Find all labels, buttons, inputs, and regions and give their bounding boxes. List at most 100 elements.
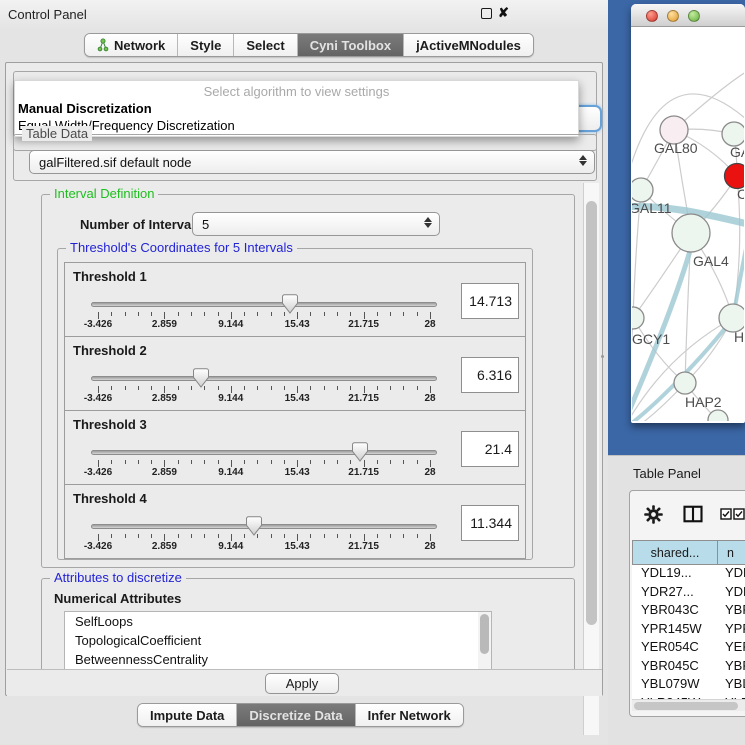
table-cell: YBR045C (632, 658, 718, 677)
threshold-slider[interactable]: -3.4262.8599.14415.4321.71528 (91, 445, 437, 479)
interval-definition-group: Interval Definition Number of Intervals … (41, 194, 575, 568)
node-label: H (734, 329, 744, 345)
slider-tick (218, 312, 219, 316)
cyni-toolbox-content: Discretization Algorithm Select algorith… (5, 62, 603, 696)
slider-tick (204, 534, 205, 538)
table-cell: YBR0 (718, 658, 745, 677)
GAL4-node[interactable] (672, 214, 710, 252)
table-row[interactable]: YBL079WYBL0 (632, 676, 745, 695)
slider-tick (125, 386, 126, 390)
float-window-icon[interactable] (481, 8, 492, 19)
slider-thumb[interactable] (192, 368, 209, 391)
table-horizontal-scrollbar[interactable] (632, 699, 745, 711)
network-edge[interactable] (633, 318, 685, 383)
settings-vertical-scrollbar[interactable] (583, 183, 599, 735)
tab-network[interactable]: Network (85, 34, 178, 56)
table-row[interactable]: YDL19...YDL1 (632, 565, 745, 584)
threshold-value-field[interactable]: 14.713 (461, 283, 519, 319)
tab-label: Discretize Data (249, 708, 342, 723)
threshold-value-field[interactable]: 21.4 (461, 431, 519, 467)
red-node[interactable] (725, 164, 745, 189)
table-body: YDL19...YDL1YDR27...YDR2YBR043CYBR0YPR14… (632, 565, 745, 699)
slider-tick (111, 534, 112, 538)
scrollbar-thumb[interactable] (586, 201, 597, 625)
threshold-slider[interactable]: -3.4262.8599.14415.4321.71528 (91, 297, 437, 331)
edge-node-right[interactable] (722, 122, 744, 146)
apply-button[interactable]: Apply (265, 673, 339, 694)
slider-tick-label: 9.144 (218, 393, 243, 404)
bottom-node[interactable] (708, 410, 728, 421)
slider-tick (98, 534, 99, 541)
node-label: GA (730, 144, 744, 160)
attribute-list-item[interactable]: TopologicalCoefficient (65, 631, 491, 650)
tab-select[interactable]: Select (234, 34, 297, 56)
node-label: GAL11 (632, 200, 672, 216)
zoom-traffic-light-icon[interactable] (688, 10, 700, 22)
slider-tick (204, 460, 205, 464)
split-pane-handle[interactable] (601, 355, 604, 358)
dropdown-item-manual-discretization[interactable]: Manual Discretization (18, 101, 152, 116)
scrollbar-thumb[interactable] (634, 702, 738, 710)
slider-thumb[interactable] (352, 442, 369, 465)
slider-tick-label: 21.715 (348, 541, 379, 552)
table-row[interactable]: YBR045CYBR0 (632, 658, 745, 677)
tab-discretize-data[interactable]: Discretize Data (237, 704, 355, 726)
column-header-shared-name[interactable]: shared... (632, 540, 718, 565)
slider-tick (390, 386, 391, 390)
threshold-value-field[interactable]: 11.344 (461, 505, 519, 541)
slider-thumb[interactable] (246, 516, 263, 539)
slider-thumb[interactable] (281, 294, 298, 317)
GCY1-node[interactable] (632, 307, 644, 329)
number-of-intervals-combo[interactable]: 5 (192, 212, 440, 236)
slider-tick-label: 2.859 (152, 541, 177, 552)
network-window-titlebar[interactable] (631, 4, 745, 27)
threshold-slider[interactable]: -3.4262.8599.14415.4321.71528 (91, 519, 437, 553)
tab-jactivemnodules[interactable]: jActiveMNodules (404, 34, 533, 56)
tab-impute-data[interactable]: Impute Data (138, 704, 237, 726)
H-node[interactable] (719, 304, 744, 332)
slider-tick (337, 534, 338, 538)
threshold-label: Threshold 4 (73, 491, 147, 506)
column-header-name[interactable]: n (718, 540, 745, 565)
checkbox-icon[interactable] (720, 508, 732, 520)
tab-infer-network[interactable]: Infer Network (356, 704, 463, 726)
tab-cyni-toolbox[interactable]: Cyni Toolbox (298, 34, 404, 56)
table-data-combo[interactable]: galFiltered.sif default node (29, 150, 595, 174)
attribute-list-item[interactable]: BetweennessCentrality (65, 650, 491, 669)
attribute-list-item[interactable]: SelfLoops (65, 612, 491, 631)
slider-tick (284, 386, 285, 390)
scrollbar-thumb[interactable] (480, 614, 489, 654)
minimize-traffic-light-icon[interactable] (667, 10, 679, 22)
network-canvas[interactable]: GAL80GACGAL11GAL4GCY1HHAP2 (632, 27, 744, 421)
slider-tick (310, 386, 311, 390)
table-row[interactable]: YDR27...YDR2 (632, 584, 745, 603)
table-row[interactable]: YER054CYER0 (632, 639, 745, 658)
slider-tickzone: -3.4262.8599.14415.4321.71528 (98, 445, 430, 479)
slider-tick (390, 534, 391, 538)
table-row[interactable]: YPR145WYPR1 (632, 621, 745, 640)
node-table-card: shared... n YDL19...YDL1YDR27...YDR2YBR0… (629, 490, 745, 717)
GAL11-node[interactable] (632, 178, 653, 202)
table-row[interactable]: YBR043CYBR0 (632, 602, 745, 621)
slider-tick (337, 386, 338, 390)
table-cell: YPR1 (718, 621, 745, 640)
HAP2-node[interactable] (674, 372, 696, 394)
checkbox-icon[interactable] (733, 508, 745, 520)
slider-tick (364, 534, 365, 541)
slider-tick-label: 15.43 (285, 541, 310, 552)
columns-icon[interactable] (683, 504, 703, 524)
screen: Control Panel ✘ NetworkStyleSelectCyni T… (0, 0, 745, 745)
network-graph[interactable]: GAL80GACGAL11GAL4GCY1HHAP2 (632, 27, 744, 421)
tab-label: Network (114, 38, 165, 53)
close-traffic-light-icon[interactable] (646, 10, 658, 22)
slider-tick (151, 534, 152, 538)
tab-style[interactable]: Style (178, 34, 234, 56)
threshold-value-field[interactable]: 6.316 (461, 357, 519, 393)
slider-thumb-icon (192, 368, 209, 388)
threshold-label: Threshold 2 (73, 343, 147, 358)
gear-icon[interactable] (644, 505, 663, 524)
slider-tick (350, 312, 351, 316)
threshold-slider[interactable]: -3.4262.8599.14415.4321.71528 (91, 371, 437, 405)
close-icon[interactable]: ✘ (498, 5, 509, 21)
node-label: HAP2 (685, 394, 722, 410)
